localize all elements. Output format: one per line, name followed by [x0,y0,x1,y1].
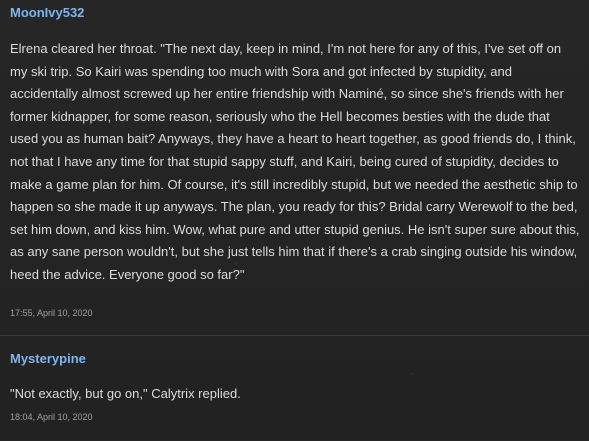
comment-post: MoonIvy532 Elrena cleared her throat. "T… [0,0,589,336]
comment-timestamp: 17:55, April 10, 2020 [10,308,93,318]
comment-author[interactable]: MoonIvy532 [10,4,84,22]
comment-author[interactable]: Mysterypine [10,350,86,368]
comment-body: Elrena cleared her throat. "The next day… [10,41,580,282]
comment-body: "Not exactly, but go on," Calytrix repli… [10,386,241,401]
comment-post: Mysterypine "Not exactly, but go on," Ca… [0,336,589,441]
comment-timestamp: 18:04, April 10, 2020 [10,412,93,422]
